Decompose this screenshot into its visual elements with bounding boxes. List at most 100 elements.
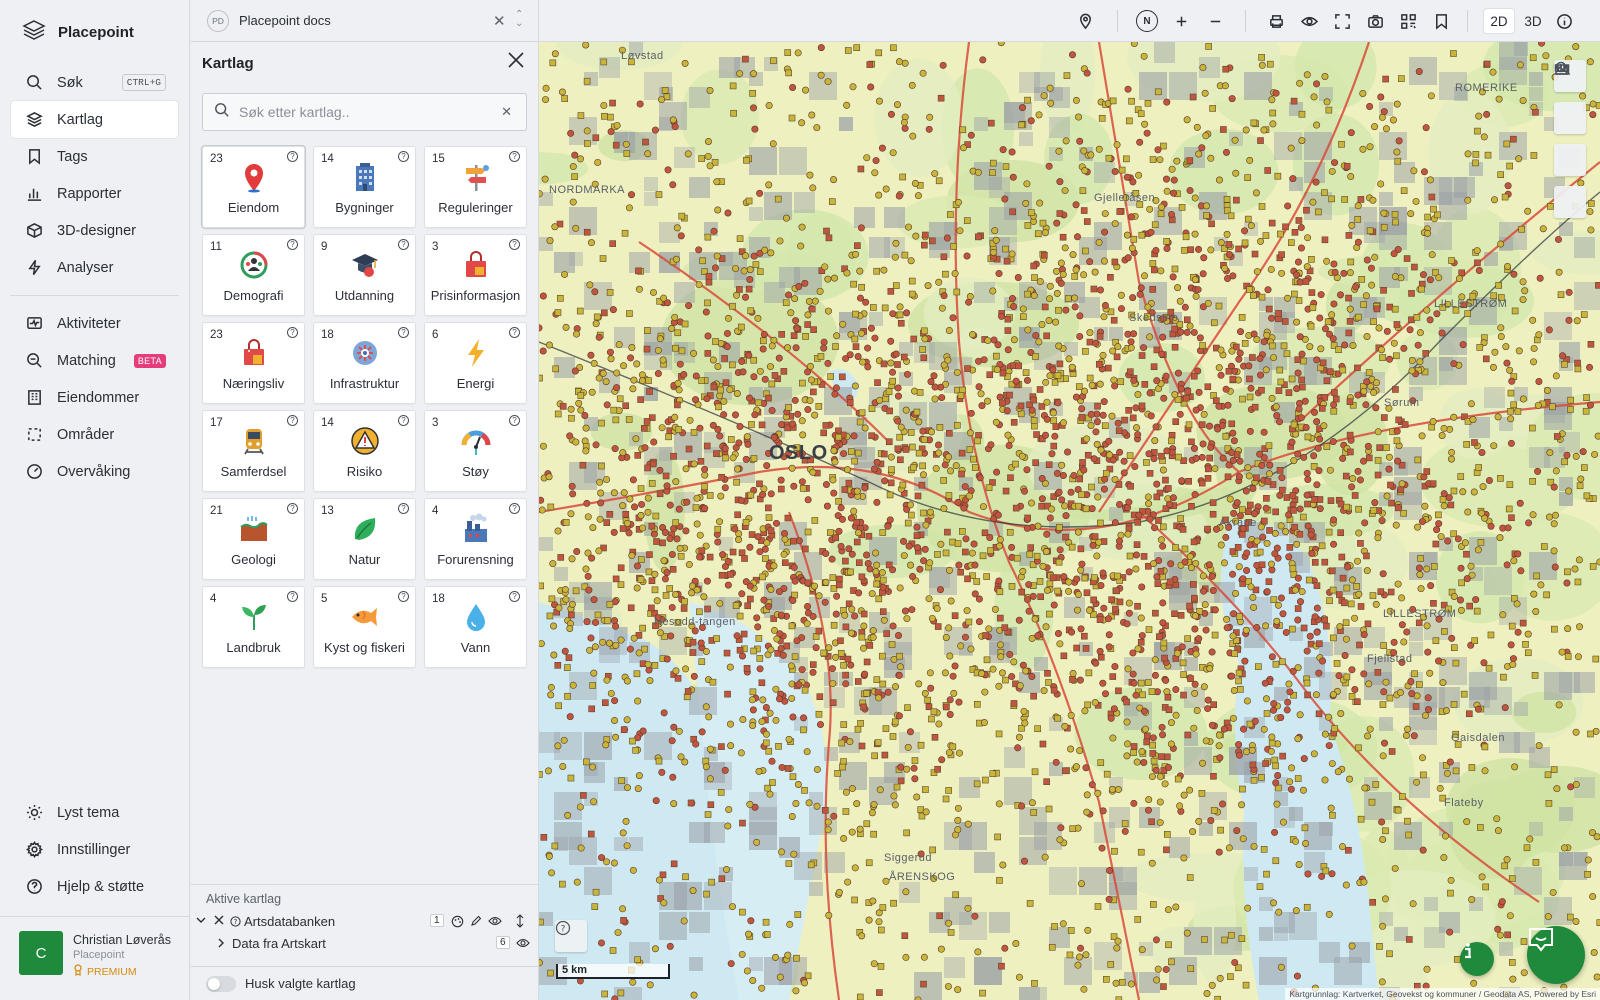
category-label: Forurensning	[437, 552, 514, 567]
category-card-reguleringer[interactable]: 15 ? Reguleringer	[424, 146, 527, 228]
category-card-forurensning[interactable]: 4 ? Forurensning	[424, 498, 527, 580]
screenshot-button[interactable]	[1363, 9, 1387, 33]
help-icon[interactable]: ?	[509, 591, 520, 602]
remember-layers-toggle[interactable]	[206, 975, 236, 992]
layer-search[interactable]: ✕	[202, 93, 527, 131]
help-icon[interactable]: ?	[509, 327, 520, 338]
nav-item-områder[interactable]: Områder	[11, 416, 178, 453]
nav-item-analyser[interactable]: Analyser	[11, 249, 178, 286]
chat-button[interactable]	[1527, 926, 1585, 984]
category-card-prisinformasjon[interactable]: 3 ? Prisinformasjon	[424, 234, 527, 316]
help-icon[interactable]: ?	[398, 151, 409, 162]
nav-item-tags[interactable]: Tags	[11, 138, 178, 175]
map-place-label: Sørum	[1384, 397, 1420, 409]
help-icon[interactable]: ?	[287, 415, 298, 426]
nav-item-kartlag[interactable]: Kartlag	[11, 101, 178, 138]
mode-2d-button[interactable]: 2D	[1484, 9, 1514, 33]
map-place-label: Skedsmo	[1129, 312, 1179, 324]
mode-3d-button[interactable]: 3D	[1518, 9, 1548, 33]
nav-item-matching[interactable]: Matching BETA	[11, 342, 178, 379]
nav-item-3d-designer[interactable]: 3D-designer	[11, 212, 178, 249]
category-card-energi[interactable]: 6 ? Energi	[424, 322, 527, 404]
brand[interactable]: Placepoint	[0, 0, 189, 64]
elevation-button[interactable]	[1554, 64, 1586, 218]
help-icon[interactable]: ?	[287, 327, 298, 338]
eye-icon[interactable]	[516, 937, 530, 952]
category-card-utdanning[interactable]: 9 ? Utdanning	[313, 234, 416, 316]
chevron-updown-icon[interactable]: ⌃ ⌄	[515, 10, 523, 29]
help-icon[interactable]: ?	[287, 151, 298, 162]
fullscreen-button[interactable]	[1330, 9, 1354, 33]
nav-item-overvåking[interactable]: Overvåking	[11, 453, 178, 490]
help-icon[interactable]: ?	[287, 591, 298, 602]
drag-handle-icon[interactable]	[516, 914, 524, 931]
info-button[interactable]	[1552, 9, 1576, 33]
qr-button[interactable]	[1396, 9, 1420, 33]
document-selector[interactable]: PD Placepoint docs ✕ ⌃ ⌄	[191, 0, 538, 42]
help-icon[interactable]: ?	[287, 503, 298, 514]
bookmark-button[interactable]	[1429, 9, 1453, 33]
category-card-støy[interactable]: 3 ? Støy	[424, 410, 527, 492]
category-card-natur[interactable]: 13 ? Natur	[313, 498, 416, 580]
category-card-risiko[interactable]: 14 ? Risiko	[313, 410, 416, 492]
zoom-out-button[interactable]	[1203, 9, 1227, 33]
user-profile[interactable]: C Christian Løverås Placepoint PREMIUM	[0, 916, 190, 979]
help-icon[interactable]: ?	[398, 415, 409, 426]
chevron-right-icon[interactable]	[216, 937, 226, 952]
help-icon[interactable]: ?	[398, 503, 409, 514]
help-icon[interactable]: ?	[398, 327, 409, 338]
category-label: Samferdsel	[220, 464, 287, 479]
help-icon[interactable]: ?	[509, 415, 520, 426]
nav-item-hjelp-støtte[interactable]: Hjelp & støtte	[11, 868, 179, 905]
view-button[interactable]	[1297, 9, 1321, 33]
noise-gauge-icon	[460, 425, 492, 457]
category-card-infrastruktur[interactable]: 18 ? Infrastruktur	[313, 322, 416, 404]
map-style-button[interactable]	[1073, 9, 1097, 33]
nav-item-search[interactable]: Søk CTRL+G	[11, 64, 178, 101]
plan-label: PREMIUM	[87, 965, 137, 978]
nav-item-lyst-tema[interactable]: Lyst tema	[11, 794, 179, 831]
nav-item-aktiviteter[interactable]: Aktiviteter	[11, 305, 178, 342]
help-icon[interactable]: ?	[509, 151, 520, 162]
measure-button[interactable]	[1554, 64, 1586, 134]
remove-layer-icon[interactable]	[213, 914, 225, 929]
category-card-vann[interactable]: 18 ? Vann	[424, 586, 527, 668]
help-icon[interactable]: ?	[398, 239, 409, 250]
category-card-landbruk[interactable]: 4 ? Landbruk	[202, 586, 305, 668]
category-card-næringsliv[interactable]: 23 ? Næringsliv	[202, 322, 305, 404]
category-card-demografi[interactable]: 11 ? Demografi	[202, 234, 305, 316]
info-fab-button[interactable]	[1460, 942, 1494, 976]
map-pin-icon	[238, 161, 270, 193]
help-icon[interactable]: ?	[287, 239, 298, 250]
map-canvas[interactable]: Løvstad ROMERIKE OSLO LILLESTRØM NORDMARKA Ne…	[539, 42, 1600, 1000]
close-icon[interactable]: ✕	[493, 12, 506, 30]
help-icon[interactable]: ?	[509, 239, 520, 250]
close-panel-button[interactable]	[506, 50, 526, 74]
shop-icon	[238, 337, 270, 369]
help-icon[interactable]: ?	[230, 915, 241, 930]
chevron-down-icon[interactable]	[195, 914, 207, 929]
edit-icon[interactable]	[470, 915, 482, 930]
active-layer-row[interactable]: ? Artsdatabanken 1	[191, 911, 539, 933]
eye-icon[interactable]	[488, 915, 502, 930]
category-card-kyst-og-fiskeri[interactable]: 5 ? Kyst og fiskeri	[313, 586, 416, 668]
palette-icon[interactable]	[451, 915, 464, 931]
print-button[interactable]	[1264, 9, 1288, 33]
clear-search-icon[interactable]: ✕	[501, 104, 512, 120]
help-icon[interactable]: ?	[509, 503, 520, 514]
category-card-geologi[interactable]: 21 ? Geologi	[202, 498, 305, 580]
nav-item-rapporter[interactable]: Rapporter	[11, 175, 178, 212]
nav-item-innstillinger[interactable]: Innstillinger	[11, 831, 179, 868]
nav-item-eiendommer[interactable]: Eiendommer	[11, 379, 178, 416]
map-help-button[interactable]: ?	[555, 920, 587, 952]
layer-search-input[interactable]	[239, 104, 479, 120]
category-card-eiendom[interactable]: 23 ? Eiendom	[202, 146, 305, 228]
compass-button[interactable]: N	[1135, 9, 1159, 33]
category-card-samferdsel[interactable]: 17 ? Samferdsel	[202, 410, 305, 492]
statistics-button[interactable]	[1554, 64, 1586, 176]
search-icon	[25, 74, 43, 92]
category-card-bygninger[interactable]: 14 ? Bygninger	[313, 146, 416, 228]
sublayer-row[interactable]: Data fra Artskart 6	[191, 933, 539, 955]
help-icon[interactable]: ?	[398, 591, 409, 602]
zoom-in-button[interactable]	[1169, 9, 1193, 33]
